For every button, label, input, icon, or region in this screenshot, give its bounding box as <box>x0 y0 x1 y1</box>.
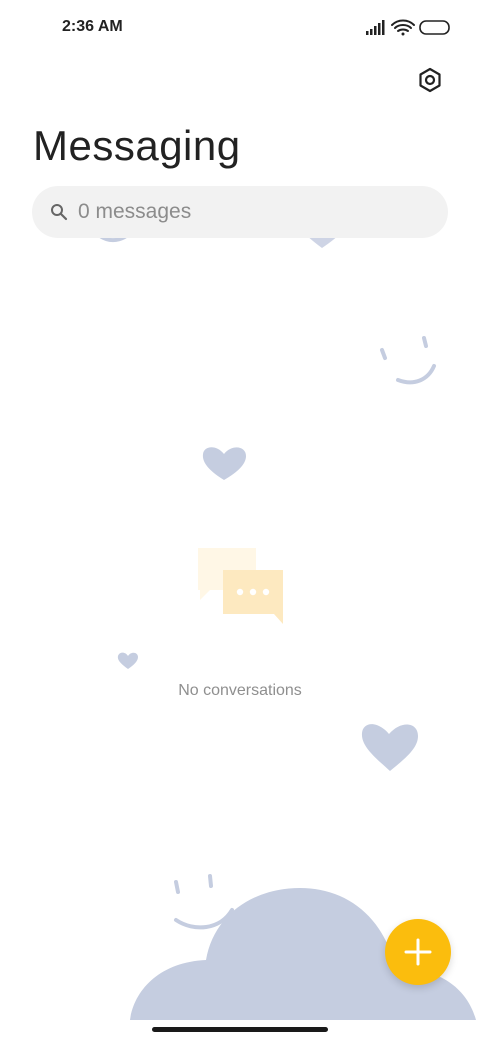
new-message-button[interactable] <box>385 919 451 985</box>
empty-state-text: No conversations <box>178 682 302 699</box>
heart-icon <box>361 724 418 771</box>
status-bar: 2:36 AM <box>0 0 480 56</box>
smile-icon <box>174 908 234 930</box>
status-icons <box>366 19 450 36</box>
search-placeholder[interactable]: 0 messages <box>78 200 191 224</box>
search-icon <box>51 204 68 221</box>
heart-icon <box>117 652 138 669</box>
smile-icon <box>396 364 436 385</box>
settings-icon[interactable] <box>414 64 446 96</box>
chat-bubbles-icon <box>198 548 283 624</box>
home-indicator[interactable] <box>152 1027 328 1032</box>
battery-icon <box>419 20 450 35</box>
page-title: Messaging <box>33 122 241 169</box>
signal-icon <box>366 20 385 35</box>
heart-icon <box>202 447 246 480</box>
plus-icon <box>404 938 432 966</box>
status-time: 2:36 AM <box>62 18 123 35</box>
wifi-icon <box>391 19 415 36</box>
